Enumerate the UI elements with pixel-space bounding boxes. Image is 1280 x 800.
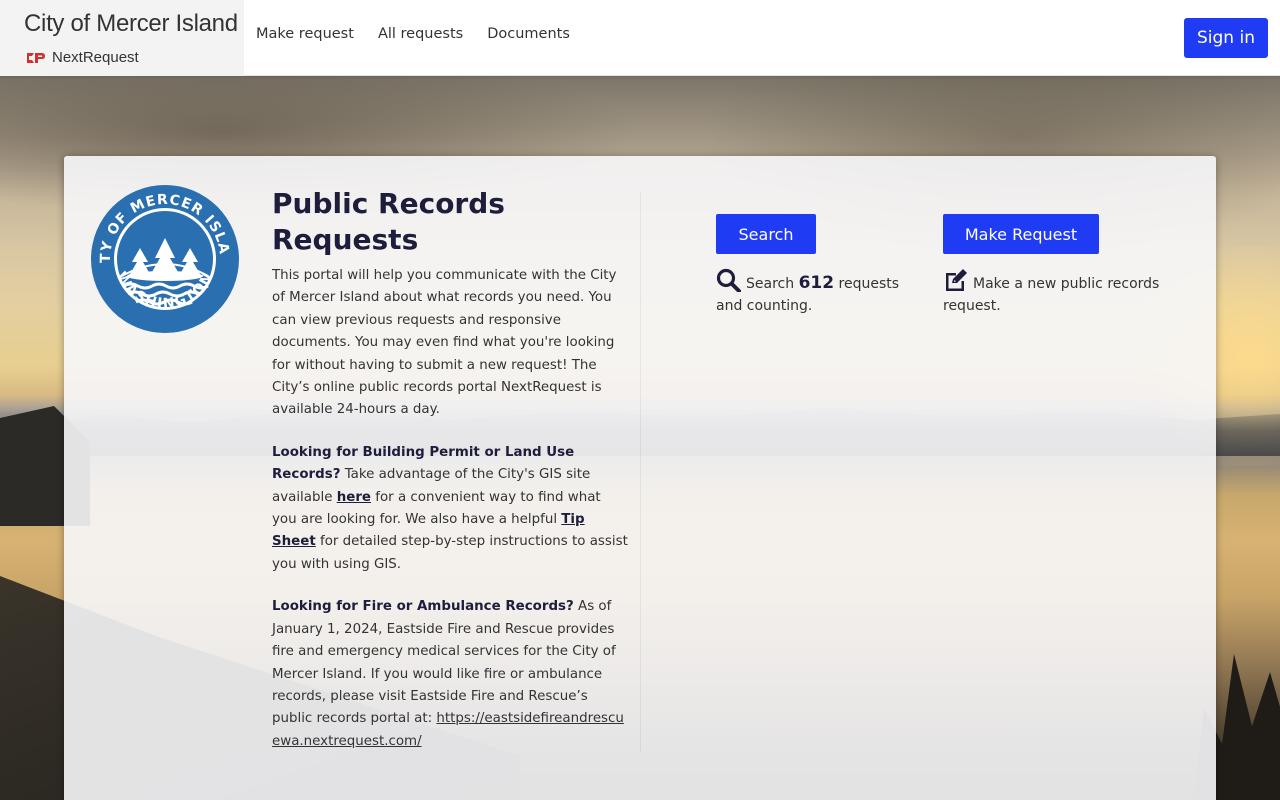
gis-here-link[interactable]: here	[337, 490, 371, 505]
make-request-info: Make a new public records request.	[943, 268, 1173, 317]
gis-paragraph: Looking for Building Permit or Land Use …	[272, 442, 628, 576]
nextrequest-logo-icon	[27, 52, 45, 63]
intro-content: This portal will help you communicate wi…	[272, 265, 628, 773]
make-request-button[interactable]: Make Request	[943, 214, 1099, 254]
search-info: Search 612 requests and counting.	[716, 268, 916, 317]
fire-text: As of January 1, 2024, Eastside Fire and…	[272, 599, 616, 727]
main-nav: Make request All requests Documents	[256, 26, 570, 42]
brand-title[interactable]: City of Mercer Island	[24, 10, 238, 38]
search-button[interactable]: Search	[716, 214, 816, 254]
request-count: 612	[798, 273, 835, 293]
brand-sub: NextRequest	[25, 49, 139, 66]
city-seal-logo: CITY OF MERCER ISLAND WASHINGTON	[90, 184, 239, 333]
page-title: Public Records Requests	[272, 187, 505, 256]
intro-paragraph: This portal will help you communicate wi…	[272, 268, 617, 418]
make-info-text: Make a new public records request.	[943, 276, 1160, 314]
edit-icon	[946, 269, 967, 291]
fire-paragraph: Looking for Fire or Ambulance Records? A…	[272, 596, 628, 753]
sign-in-button[interactable]: Sign in	[1184, 18, 1268, 58]
nav-documents[interactable]: Documents	[487, 26, 570, 42]
search-info-prefix: Search	[746, 276, 799, 292]
brand-block[interactable]: City of Mercer Island NextRequest	[0, 0, 244, 76]
top-header: City of Mercer Island NextRequest Make r…	[0, 0, 1280, 76]
gis-text-3: for detailed step-by-step instructions t…	[272, 534, 628, 572]
fire-heading: Looking for Fire or Ambulance Records?	[272, 599, 574, 615]
main-card: CITY OF MERCER ISLAND WASHINGTON Public …	[64, 156, 1216, 800]
brand-sub-label: NextRequest	[52, 49, 139, 66]
nav-all-requests[interactable]: All requests	[378, 26, 463, 42]
magnifier-icon	[716, 268, 741, 292]
column-divider	[640, 192, 641, 752]
nav-make-request[interactable]: Make request	[256, 26, 354, 42]
